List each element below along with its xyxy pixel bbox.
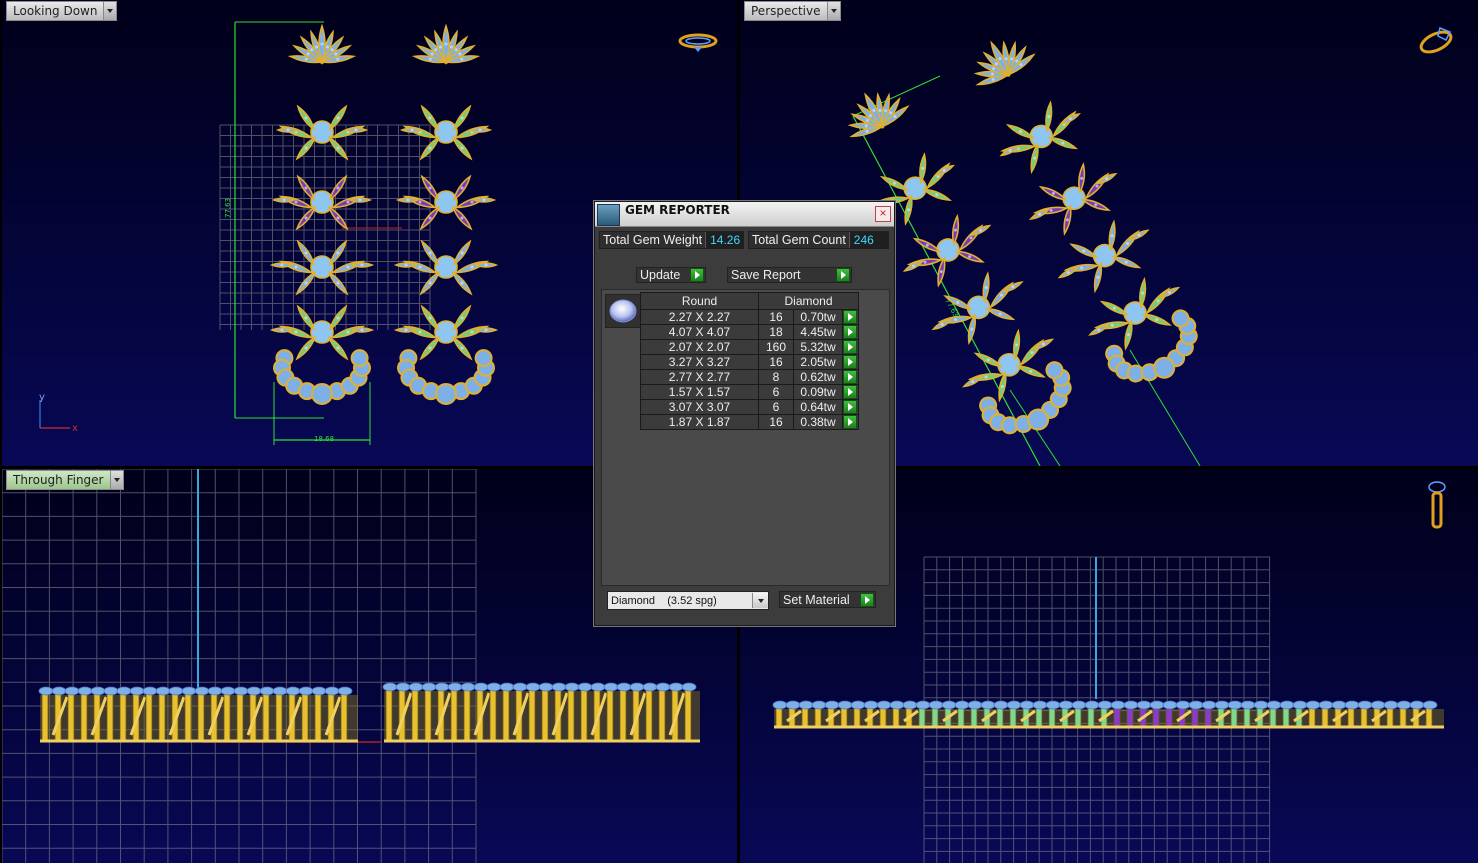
earring-right-model [393, 23, 499, 405]
gem-count: 6 [758, 384, 794, 400]
gem-weight: 0.70tw [793, 309, 843, 325]
view-selector-through-finger[interactable]: Through Finger [6, 470, 124, 490]
total-gem-count-field: Total Gem Count 246 [748, 231, 889, 249]
gem-weight: 4.45tw [793, 324, 843, 340]
gem-size: 3.27 X 3.27 [640, 354, 759, 370]
ring-side-icon[interactable] [1426, 479, 1448, 533]
total-gem-weight-value: 14.26 [705, 232, 745, 248]
select-gem-button[interactable] [842, 339, 859, 355]
gem-row[interactable]: 3.07 X 3.07 6 0.64tw [640, 399, 859, 415]
gem-count: 6 [758, 399, 794, 415]
gem-count: 18 [758, 324, 794, 340]
select-gem-button[interactable] [842, 399, 859, 415]
gem-count: 16 [758, 414, 794, 430]
gem-size: 1.57 X 1.57 [640, 384, 759, 400]
chevron-down-icon[interactable] [752, 593, 768, 608]
gem-size: 2.07 X 2.07 [640, 339, 759, 355]
total-gem-weight-field: Total Gem Weight 14.26 [599, 231, 745, 249]
view-selector-looking-down[interactable]: Looking Down [6, 1, 118, 21]
play-arrow-icon [843, 340, 857, 354]
gem-weight: 5.32tw [793, 339, 843, 355]
shape-header: Round [640, 292, 759, 310]
view-label: Perspective [745, 2, 827, 20]
round-gem-icon [605, 294, 641, 328]
window-title: GEM REPORTER [625, 203, 730, 217]
gem-row[interactable]: 1.87 X 1.87 16 0.38tw [640, 414, 859, 430]
gem-count: 16 [758, 309, 794, 325]
gem-reporter-window[interactable]: GEM REPORTER × Total Gem Weight 14.26 To… [594, 201, 895, 626]
gem-row[interactable]: 3.27 X 3.27 16 2.05tw [640, 354, 859, 370]
chevron-down-icon[interactable] [109, 471, 123, 489]
chevron-down-icon[interactable] [826, 2, 840, 20]
material-select[interactable]: Diamond (3.52 spg) [607, 591, 769, 610]
gem-size: 2.77 X 2.77 [640, 369, 759, 385]
gem-row[interactable]: 2.77 X 2.77 8 0.62tw [640, 369, 859, 385]
earring-right-model [973, 40, 1198, 383]
gem-reporter-icon [597, 204, 620, 226]
chevron-down-icon[interactable] [103, 2, 117, 20]
gem-row[interactable]: 4.07 X 4.07 18 4.45tw [640, 324, 859, 340]
ring-perspective-icon[interactable] [1416, 22, 1460, 56]
gem-row[interactable]: 2.07 X 2.07 160 5.32tw [640, 339, 859, 355]
dimension-label-horizontal: 18.68 [314, 435, 334, 443]
select-gem-button[interactable] [842, 354, 859, 370]
gem-row[interactable]: 2.27 X 2.27 16 0.70tw [640, 309, 859, 325]
gem-table: Round Diamond 2.27 X 2.27 16 0.70tw 4.07 X … [640, 292, 859, 430]
select-gem-button[interactable] [842, 324, 859, 340]
gem-weight: 0.38tw [793, 414, 843, 430]
gem-size: 1.87 X 1.87 [640, 414, 759, 430]
gem-size: 4.07 X 4.07 [640, 324, 759, 340]
axis-gizmo: x y [39, 392, 78, 434]
play-arrow-icon [836, 268, 850, 282]
play-arrow-icon [860, 592, 874, 607]
view-label: Looking Down [7, 2, 104, 20]
gem-size: 3.07 X 3.07 [640, 399, 759, 415]
earrings-side-profile [38, 682, 700, 743]
play-arrow-icon [843, 385, 857, 399]
svg-text:y: y [39, 392, 45, 403]
play-arrow-icon [843, 400, 857, 414]
play-arrow-icon [843, 415, 857, 429]
reference-grid [2, 469, 477, 863]
select-gem-button[interactable] [842, 384, 859, 400]
gem-row[interactable]: 1.57 X 1.57 6 0.09tw [640, 384, 859, 400]
select-gem-button[interactable] [842, 414, 859, 430]
play-arrow-icon [843, 310, 857, 324]
gem-count: 16 [758, 354, 794, 370]
window-titlebar[interactable]: GEM REPORTER × [595, 202, 894, 227]
select-gem-button[interactable] [842, 369, 859, 385]
gem-count: 160 [758, 339, 794, 355]
dimension-label-vertical: 77.63 [224, 198, 232, 218]
play-arrow-icon [843, 370, 857, 384]
view-label: Through Finger [7, 471, 110, 489]
update-button[interactable]: Update [636, 267, 706, 283]
save-report-button[interactable]: Save Report [727, 267, 852, 283]
total-gem-count-value: 246 [848, 232, 888, 248]
svg-text:x: x [72, 423, 78, 434]
play-arrow-icon [843, 355, 857, 369]
select-gem-button[interactable] [842, 309, 859, 325]
view-selector-perspective[interactable]: Perspective [744, 1, 841, 21]
gem-size: 2.27 X 2.27 [640, 309, 759, 325]
close-icon[interactable]: × [875, 206, 891, 222]
gem-weight: 0.62tw [793, 369, 843, 385]
earrings-side-profile [772, 700, 1444, 729]
play-arrow-icon [690, 268, 704, 282]
gem-weight: 2.05tw [793, 354, 843, 370]
gem-count: 8 [758, 369, 794, 385]
ring-orientation-icon[interactable] [677, 30, 719, 54]
gem-weight: 0.64tw [793, 399, 843, 415]
material-header: Diamond [758, 292, 859, 310]
set-material-button[interactable]: Set Material [779, 591, 876, 608]
gem-weight: 0.09tw [793, 384, 843, 400]
play-arrow-icon [843, 325, 857, 339]
gem-list: Round Diamond 2.27 X 2.27 16 0.70tw 4.07 X … [601, 289, 890, 586]
